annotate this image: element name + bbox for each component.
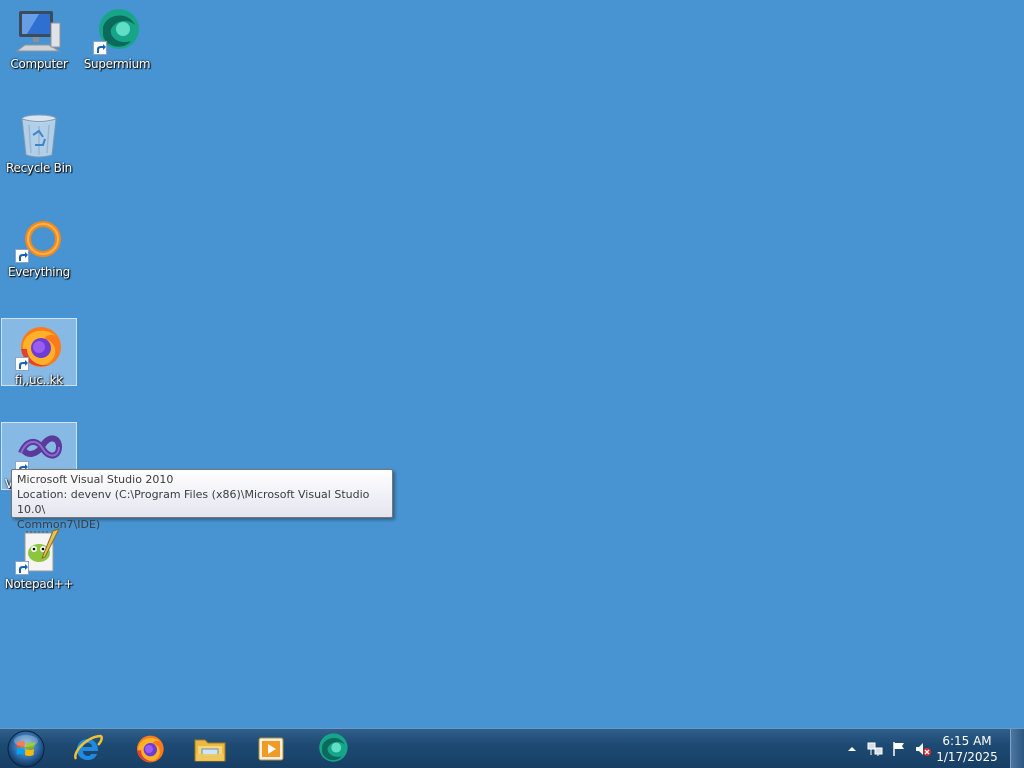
computer-icon — [15, 7, 63, 55]
tooltip-location-cont: Common7\IDE) — [17, 518, 101, 531]
desktop-icon-label: Everything — [8, 265, 70, 279]
media-player-icon — [258, 737, 284, 761]
firefox-icon — [137, 735, 164, 763]
desktop-icon-supermium[interactable]: Supermium — [79, 2, 155, 71]
desktop-icon-everything[interactable]: Everything — [1, 210, 77, 279]
firefox-icon — [15, 323, 63, 371]
clock-date: 1/17/2025 — [936, 750, 998, 764]
taskbar-file-explorer[interactable] — [182, 731, 238, 767]
everything-icon — [15, 215, 63, 263]
tooltip-location: Location: devenv (C:\Program Files (x86)… — [17, 488, 370, 516]
recycle-bin-icon — [15, 111, 63, 159]
show-hidden-icons-arrow[interactable] — [844, 741, 860, 757]
show-desktop-button[interactable] — [1010, 729, 1024, 768]
tooltip-title: Microsoft Visual Studio 2010 — [17, 473, 174, 486]
volume-muted-icon[interactable] — [915, 741, 931, 757]
supermium-icon — [319, 733, 348, 762]
shortcut-arrow-icon — [15, 249, 29, 263]
taskbar-firefox[interactable] — [121, 731, 177, 767]
desktop-icon-label: fi,,uc..kk — [15, 373, 63, 387]
shortcut-arrow-icon — [15, 357, 29, 371]
file-explorer-icon — [194, 739, 226, 762]
taskbar-internet-explorer[interactable] — [60, 731, 116, 767]
shortcut-arrow-icon — [93, 41, 107, 55]
taskbar-supermium[interactable] — [304, 731, 360, 767]
desktop[interactable]: Computer Supermium Recycle Bin Everythin… — [0, 0, 1024, 728]
action-center-flag-icon[interactable] — [891, 741, 907, 757]
taskbar-media-player[interactable] — [243, 731, 299, 767]
desktop-icon-label: Computer — [10, 57, 68, 71]
desktop-icon-label: Notepad++ — [4, 577, 74, 591]
desktop-icon-recycle-bin[interactable]: Recycle Bin — [1, 106, 77, 175]
taskbar: 6:15 AM 1/17/2025 — [0, 728, 1024, 768]
visual-studio-icon — [15, 427, 63, 475]
windows-logo-icon — [7, 730, 45, 768]
desktop-icon-computer[interactable]: Computer — [1, 2, 77, 71]
clock[interactable]: 6:15 AM 1/17/2025 — [932, 733, 1002, 765]
desktop-icon-label: Recycle Bin — [6, 161, 72, 175]
start-button[interactable] — [6, 730, 46, 768]
desktop-icon-label: Supermium — [83, 57, 151, 71]
shortcut-arrow-icon — [15, 561, 29, 575]
icon-tooltip: Microsoft Visual Studio 2010 Location: d… — [11, 469, 393, 531]
desktop-icon-firefox[interactable]: fi,,uc..kk — [1, 318, 77, 387]
internet-explorer-icon — [74, 734, 103, 760]
supermium-icon — [93, 7, 141, 55]
notepadpp-icon — [15, 527, 63, 575]
network-icon[interactable] — [867, 741, 883, 757]
clock-time: 6:15 AM — [942, 734, 992, 748]
desktop-icon-notepadpp[interactable]: Notepad++ — [1, 522, 77, 591]
